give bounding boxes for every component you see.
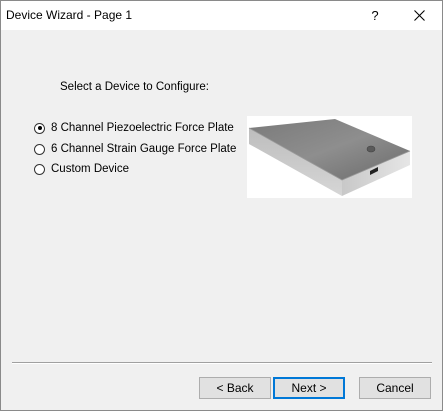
footer-separator [12,362,432,364]
radio-unchecked-icon[interactable] [34,163,45,175]
device-prompt: Select a Device to Configure: [60,81,209,93]
help-button[interactable]: ? [353,1,397,30]
device-option-piezoelectric[interactable]: 8 Channel Piezoelectric Force Plate [34,120,234,136]
device-option-label: Custom Device [51,163,129,175]
close-icon [413,10,425,21]
window-title: Device Wizard - Page 1 [6,8,133,22]
back-button[interactable]: < Back [199,377,271,399]
help-icon: ? [371,8,379,23]
radio-checked-icon[interactable] [34,122,45,134]
cancel-button[interactable]: Cancel [359,377,431,399]
device-option-custom[interactable]: Custom Device [34,161,129,177]
title-bar: Device Wizard - Page 1 ? [1,1,442,30]
force-plate-illustration [248,119,411,196]
device-option-strain-gauge[interactable]: 6 Channel Strain Gauge Force Plate [34,141,236,157]
next-button[interactable]: Next > [273,377,345,399]
device-option-label: 8 Channel Piezoelectric Force Plate [51,122,234,134]
device-option-label: 6 Channel Strain Gauge Force Plate [51,143,237,155]
close-button[interactable] [397,1,441,30]
device-wizard-window: Device Wizard - Page 1 ? Select a Device… [0,0,443,411]
radio-unchecked-icon[interactable] [34,143,45,155]
force-plate-image [247,116,412,198]
